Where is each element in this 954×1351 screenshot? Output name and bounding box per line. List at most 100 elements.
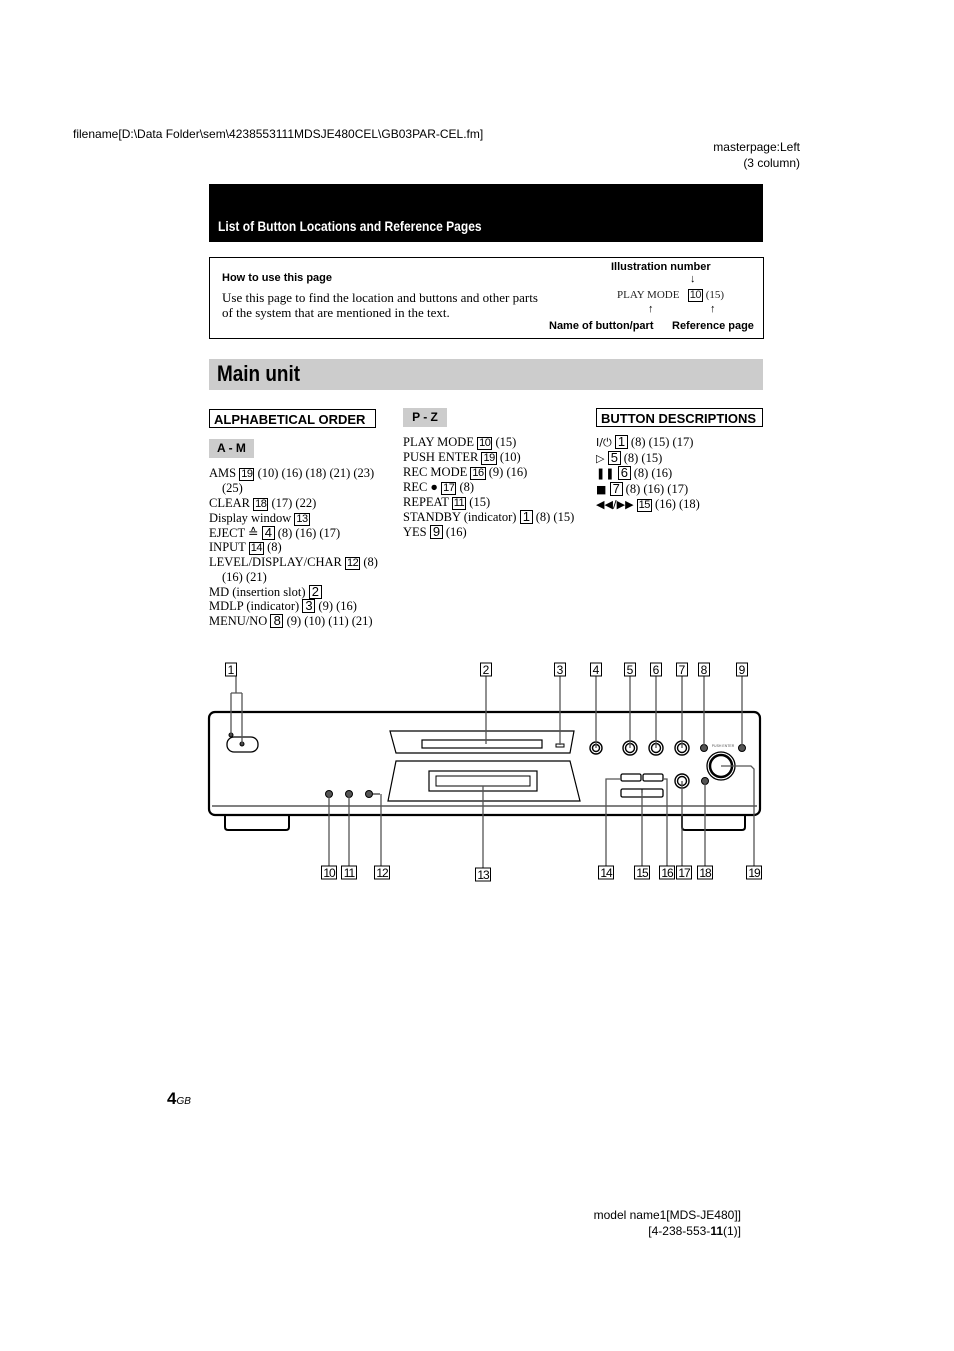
entry-name: YES [403, 524, 427, 539]
a-m-entry-list: AMS 19 (10) (16) (18) (21) (23) (25) CLEAR… [209, 466, 378, 629]
reference-pages: (8) (16) [633, 466, 673, 481]
legend-example: PLAY MODE 10 (15) [617, 289, 724, 302]
legend-reference-label: Reference page [672, 320, 754, 332]
bottom-callout: 17 [676, 865, 692, 880]
entry-name: EJECT ≙ [209, 525, 259, 540]
callout-number: 1 [228, 663, 235, 677]
how-to-body: Use this page to find the location and b… [222, 290, 538, 320]
reference-pages: (8) (16) (17) [625, 481, 689, 496]
reference-pages: (16) [445, 524, 467, 539]
bottom-callout: 15 [634, 865, 650, 880]
section-bar: Main unit [209, 359, 763, 390]
callout-labels: 1 2 3 4 5 6 7 8 910 11 12 13 14 15 16 17 18 19 [225, 662, 762, 882]
power-icon: I/⏻ [596, 436, 612, 449]
list-item: ■ 7 (8) (16) (17) [596, 481, 700, 498]
reference-pages: (8) (16) (17) [277, 525, 341, 540]
top-callout: 6 [650, 662, 662, 677]
legend-name-label: Name of button/part [549, 320, 654, 332]
filename-meta: filename[D:\Data Folder\sem\4238553111MD… [73, 127, 484, 141]
callout-number: 17 [678, 866, 691, 880]
legend-example-number: 10 [687, 289, 703, 302]
callout-number: 6 [653, 663, 660, 677]
callout-number: 16 [661, 866, 674, 880]
footer: model name1[MDS-JE480]] [4-238-553-11(1)… [594, 1207, 741, 1239]
list-item: REPEAT 11 (15) [403, 495, 574, 510]
rewind-forward-icon: ◀◀/▶▶ [596, 498, 634, 512]
callout-number: 14 [600, 866, 613, 880]
reference-pages: (8) (15) (17) [630, 435, 694, 449]
arrow-up-icon: ↑ [710, 303, 716, 315]
footer-code-prefix: [4-238-553- [648, 1224, 711, 1238]
illustration-number: 10 [477, 437, 493, 450]
callout-number: 7 [679, 663, 686, 677]
entry-name: MENU/NO [209, 613, 268, 628]
bottom-callout: 10 [321, 865, 337, 880]
entry-name: Display window [209, 510, 292, 525]
top-callout: 7 [676, 662, 688, 677]
list-item: PUSH ENTER 19 (10) [403, 450, 574, 465]
entry-name: MD (insertion slot) [209, 584, 306, 599]
entry-name: PLAY MODE [403, 435, 474, 449]
entry-name: PUSH ENTER [403, 450, 479, 464]
footer-code-suffix: (1)] [723, 1224, 741, 1238]
page-number-suffix: GB [176, 1096, 191, 1107]
pause-icon: ❚❚ [596, 467, 615, 481]
reference-pages: (8) (15) [535, 510, 575, 524]
leader-14 [605, 778, 621, 866]
bottom-callout: 12 [374, 865, 390, 880]
rec-mode-button[interactable] [642, 773, 664, 782]
list-item: LEVEL/DISPLAY/CHAR 12 (8) [209, 555, 378, 571]
top-callout: 8 [698, 662, 710, 677]
illustration-number: 7 [609, 481, 623, 496]
bottom-callout: 14 [598, 865, 614, 880]
section-title: Main unit [217, 361, 301, 386]
reference-pages: (16) (18) [655, 497, 700, 512]
illustration-number: 19 [481, 452, 497, 465]
reference-pages: (15) [495, 435, 517, 449]
list-item: MD (insertion slot) 2 [209, 584, 378, 600]
level-display-char-button[interactable] [365, 790, 373, 798]
unit-body [207, 710, 762, 817]
masterpage-meta: masterpage:Left (3 column) [713, 139, 800, 171]
entry-name: INPUT [209, 540, 246, 555]
bottom-callout: 19 [746, 865, 762, 880]
callout-number: 15 [636, 866, 649, 880]
illustration-number: 5 [607, 450, 621, 465]
left-foot [224, 815, 290, 831]
callout-number: 5 [627, 663, 634, 677]
illustration-number: 8 [270, 613, 284, 628]
entry-name: LEVEL/DISPLAY/CHAR [209, 555, 342, 570]
illustration-number: 19 [239, 468, 255, 481]
reference-pages: (9) (10) (11) (21) [286, 613, 373, 628]
page-title: List of Button Locations and Reference P… [218, 218, 482, 234]
reference-pages: (8) [267, 540, 282, 555]
list-item: ❚❚ 6 (8) (16) [596, 466, 700, 482]
footer-code-bold: 11 [710, 1224, 723, 1238]
bottom-callout: 16 [659, 865, 675, 880]
callout-number: 11 [344, 866, 356, 880]
p-z-entry-list: PLAY MODE 10 (15) PUSH ENTER 19 (10) REC M… [403, 435, 574, 539]
illustration-number: 13 [294, 512, 310, 526]
illustration-number: 2 [308, 584, 322, 599]
reference-pages: (9) (16) [318, 599, 357, 614]
entry-name: CLEAR [209, 495, 250, 510]
md-insertion-slot[interactable] [421, 739, 543, 749]
input-button[interactable] [620, 773, 642, 782]
entry-name: MDLP (indicator) [209, 599, 300, 614]
top-callout: 2 [480, 662, 492, 677]
illustration-number: 9 [429, 524, 443, 539]
entry-name: AMS [209, 466, 237, 480]
top-callout: 1 [225, 662, 237, 677]
how-to-heading: How to use this page [222, 272, 333, 284]
list-item: I/⏻ 1 (8) (15) (17) [596, 435, 700, 451]
illustration-number: 17 [441, 482, 457, 495]
bottom-callout: 18 [697, 865, 713, 880]
illustration-number: 12 [345, 557, 361, 571]
illustration-number: 16 [470, 467, 486, 480]
alphabetical-order-heading: ALPHABETICAL ORDER [209, 409, 376, 428]
list-item: AMS 19 (10) (16) (18) (21) (23) [209, 466, 378, 481]
md-slot-panel [389, 730, 575, 754]
display-window-inner [435, 775, 531, 787]
callout-number: 13 [477, 868, 490, 882]
entry-name: REC ● [403, 480, 438, 494]
